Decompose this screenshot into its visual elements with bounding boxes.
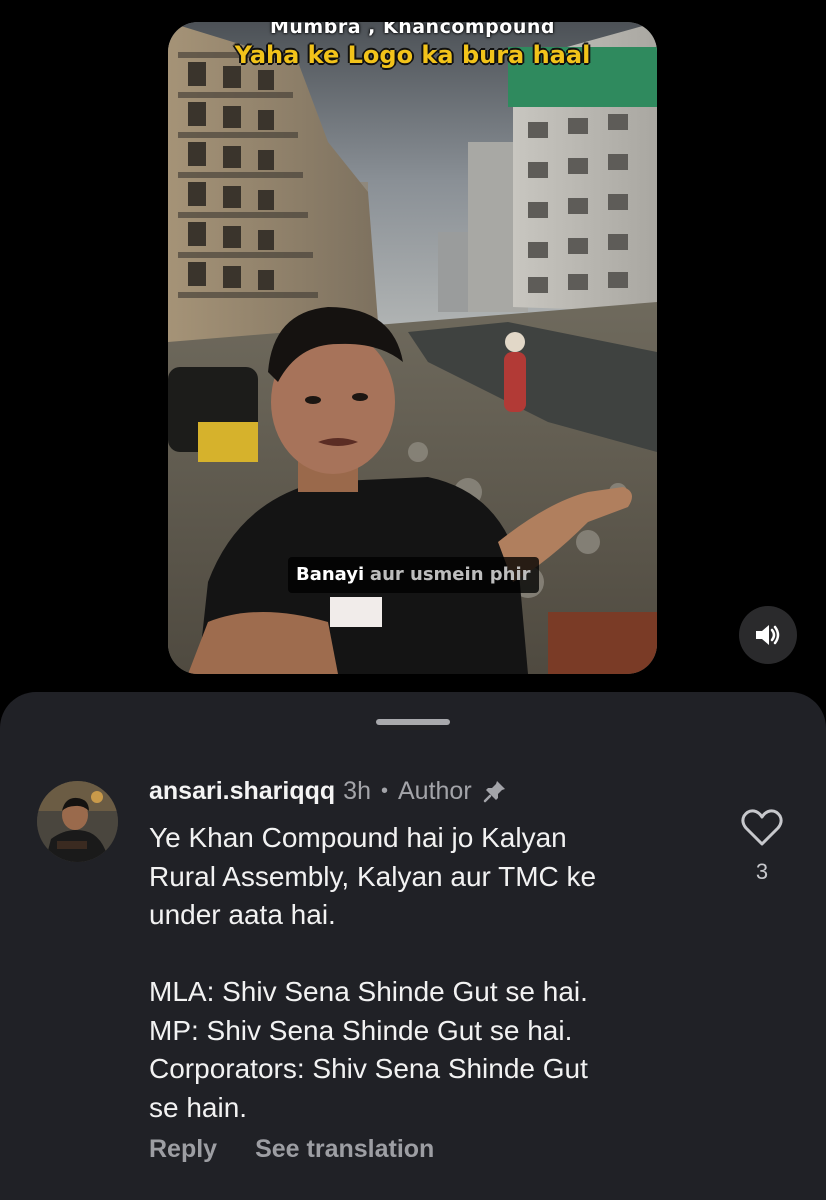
comment-header: ansari.shariqqq 3h • Author xyxy=(149,776,508,806)
sheet-drag-handle[interactable] xyxy=(376,719,450,725)
comment-line: Corporators: Shiv Sena Shinde Gut xyxy=(149,1053,588,1084)
like-control: 3 xyxy=(738,808,786,885)
comment-line: under aata hai. xyxy=(149,899,336,930)
comments-sheet: ansari.shariqqq 3h • Author Ye Khan Comp… xyxy=(0,692,826,1200)
caption-rest-text: aur usmein phir xyxy=(369,564,531,585)
video-headline-text: Yaha ke Logo ka bura haal xyxy=(234,41,591,69)
video-location-text: Mumbra , Khancompound xyxy=(270,22,555,38)
pin-icon xyxy=(482,778,508,804)
heart-icon xyxy=(741,809,783,846)
author-badge: Author xyxy=(398,776,472,805)
comment-line: MP: Shiv Sena Shinde Gut se hai. xyxy=(149,1014,573,1046)
comment-line: Rural Assembly, Kalyan aur TMC ke xyxy=(149,860,597,892)
see-translation-button[interactable]: See translation xyxy=(255,1135,434,1164)
sound-toggle-button[interactable] xyxy=(739,606,797,664)
speaker-icon xyxy=(756,625,780,645)
comment-username[interactable]: ansari.shariqqq xyxy=(149,777,335,806)
like-button[interactable] xyxy=(738,808,786,853)
comment-line: Ye Khan Compound hai jo Kalyan xyxy=(149,822,567,853)
comment-text: Ye Khan Compound hai jo Kalyan Rural Ass… xyxy=(149,819,709,1127)
like-count: 3 xyxy=(755,859,769,884)
comment-actions: Reply See translation xyxy=(149,1135,434,1164)
comment-line: se hain. xyxy=(149,1091,248,1123)
video-caption: Banayi aur usmein phir xyxy=(288,557,539,593)
comment-line: MLA: Shiv Sena Shinde Gut se hai. xyxy=(149,976,588,1007)
avatar[interactable] xyxy=(37,781,118,862)
header-separator: • xyxy=(380,779,388,802)
reply-button[interactable]: Reply xyxy=(149,1135,217,1164)
comment-timestamp: 3h xyxy=(343,776,371,805)
screen: Mumbra , Khancompound Yaha ke Logo ka bu… xyxy=(0,0,826,1200)
avatar-image xyxy=(37,781,118,862)
reel-video[interactable]: Mumbra , Khancompound Yaha ke Logo ka bu… xyxy=(168,22,657,674)
caption-highlight-word: Banayi xyxy=(296,564,365,585)
